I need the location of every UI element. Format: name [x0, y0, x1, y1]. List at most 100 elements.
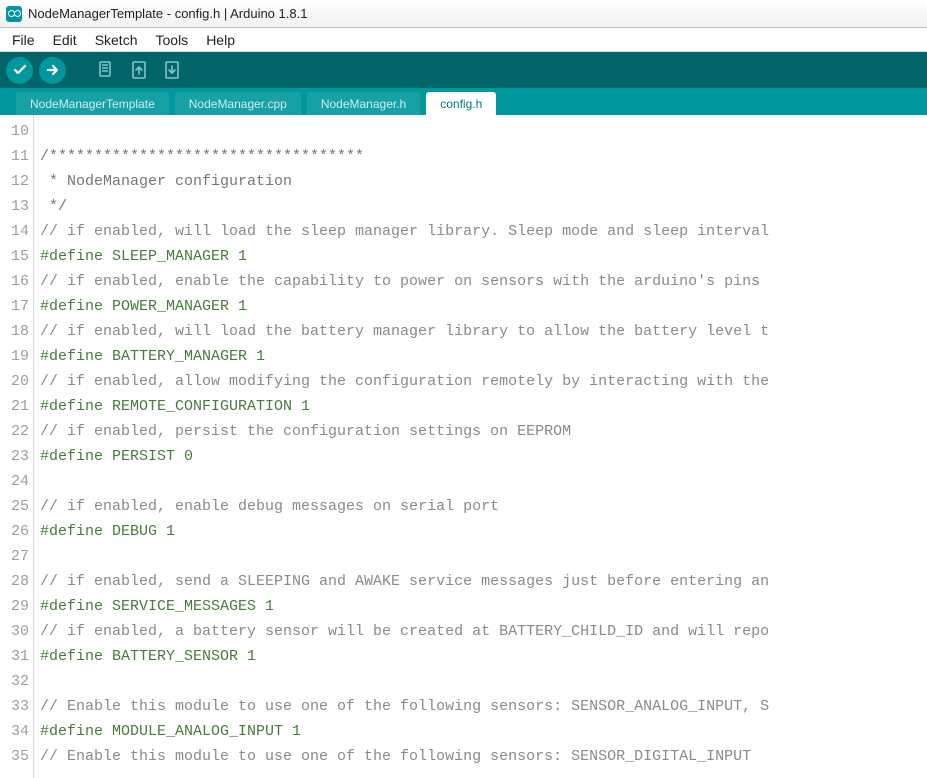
code-token: #define BATTERY_SENSOR 1 — [40, 648, 256, 665]
title-bar: NodeManagerTemplate - config.h | Arduino… — [0, 0, 927, 28]
save-sketch-button[interactable] — [158, 57, 185, 84]
code-token: // if enabled, allow modifying the confi… — [40, 373, 769, 390]
menu-bar: File Edit Sketch Tools Help — [0, 28, 927, 52]
code-token: */ — [40, 198, 67, 215]
code-line[interactable]: */ — [40, 194, 927, 219]
line-number: 27 — [0, 544, 29, 569]
line-number: 18 — [0, 319, 29, 344]
code-line[interactable]: // Enable this module to use one of the … — [40, 694, 927, 719]
code-line[interactable]: // if enabled, a battery sensor will be … — [40, 619, 927, 644]
code-line[interactable] — [40, 469, 927, 494]
line-number: 22 — [0, 419, 29, 444]
code-editor[interactable]: 1011121314151617181920212223242526272829… — [0, 115, 927, 778]
upload-button[interactable] — [39, 57, 66, 84]
code-token: #define PERSIST 0 — [40, 448, 193, 465]
open-sketch-button[interactable] — [125, 57, 152, 84]
line-number: 11 — [0, 144, 29, 169]
code-line[interactable] — [40, 544, 927, 569]
code-line[interactable]: // if enabled, enable debug messages on … — [40, 494, 927, 519]
code-line[interactable]: #define SERVICE_MESSAGES 1 — [40, 594, 927, 619]
line-number: 34 — [0, 719, 29, 744]
menu-help[interactable]: Help — [198, 30, 243, 50]
line-number: 24 — [0, 469, 29, 494]
code-line[interactable]: #define PERSIST 0 — [40, 444, 927, 469]
menu-edit[interactable]: Edit — [45, 30, 85, 50]
code-line[interactable]: // if enabled, send a SLEEPING and AWAKE… — [40, 569, 927, 594]
code-line[interactable]: // if enabled, allow modifying the confi… — [40, 369, 927, 394]
code-line[interactable] — [40, 119, 927, 144]
line-number: 33 — [0, 694, 29, 719]
window-title: NodeManagerTemplate - config.h | Arduino… — [28, 6, 307, 21]
menu-tools[interactable]: Tools — [148, 30, 197, 50]
line-number: 17 — [0, 294, 29, 319]
code-line[interactable] — [40, 669, 927, 694]
line-number: 26 — [0, 519, 29, 544]
code-token: // Enable this module to use one of the … — [40, 698, 769, 715]
code-line[interactable]: // if enabled, will load the sleep manag… — [40, 219, 927, 244]
line-number: 13 — [0, 194, 29, 219]
code-token: // if enabled, a battery sensor will be … — [40, 623, 769, 640]
tab-nodemanager-h[interactable]: NodeManager.h — [307, 92, 420, 115]
code-token: * NodeManager configuration — [40, 173, 292, 190]
line-number: 32 — [0, 669, 29, 694]
line-number: 19 — [0, 344, 29, 369]
code-line[interactable]: /*********************************** — [40, 144, 927, 169]
code-token: // if enabled, enable debug messages on … — [40, 498, 499, 515]
code-token: // if enabled, send a SLEEPING and AWAKE… — [40, 573, 769, 590]
line-number: 28 — [0, 569, 29, 594]
arrow-down-icon — [162, 60, 182, 80]
line-number: 16 — [0, 269, 29, 294]
tab-config-h[interactable]: config.h — [426, 92, 496, 115]
code-line[interactable]: #define DEBUG 1 — [40, 519, 927, 544]
code-token: #define SERVICE_MESSAGES 1 — [40, 598, 274, 615]
code-token: #define BATTERY_MANAGER 1 — [40, 348, 265, 365]
code-token: // if enabled, will load the battery man… — [40, 323, 769, 340]
line-number: 15 — [0, 244, 29, 269]
line-number: 14 — [0, 219, 29, 244]
code-token: #define MODULE_ANALOG_INPUT 1 — [40, 723, 301, 740]
line-number: 10 — [0, 119, 29, 144]
menu-sketch[interactable]: Sketch — [87, 30, 146, 50]
verify-button[interactable] — [6, 57, 33, 84]
code-line[interactable]: #define SLEEP_MANAGER 1 — [40, 244, 927, 269]
code-token: #define DEBUG 1 — [40, 523, 175, 540]
menu-file[interactable]: File — [4, 30, 43, 50]
tab-nodemanagertemplate[interactable]: NodeManagerTemplate — [16, 92, 169, 115]
arduino-app-icon — [6, 6, 22, 22]
code-token: // Enable this module to use one of the … — [40, 748, 751, 765]
line-number: 30 — [0, 619, 29, 644]
code-line[interactable]: #define BATTERY_MANAGER 1 — [40, 344, 927, 369]
code-line[interactable]: // Enable this module to use one of the … — [40, 744, 927, 769]
line-number: 31 — [0, 644, 29, 669]
code-line[interactable]: // if enabled, persist the configuration… — [40, 419, 927, 444]
code-token: #define POWER_MANAGER 1 — [40, 298, 247, 315]
line-number: 23 — [0, 444, 29, 469]
tool-bar — [0, 52, 927, 88]
line-number: 12 — [0, 169, 29, 194]
line-number-gutter: 1011121314151617181920212223242526272829… — [0, 115, 34, 778]
new-sketch-button[interactable] — [92, 57, 119, 84]
code-line[interactable]: #define MODULE_ANALOG_INPUT 1 — [40, 719, 927, 744]
code-line[interactable]: // if enabled, enable the capability to … — [40, 269, 927, 294]
line-number: 35 — [0, 744, 29, 769]
code-area[interactable]: /*********************************** * N… — [34, 115, 927, 778]
code-line[interactable]: // if enabled, will load the battery man… — [40, 319, 927, 344]
line-number: 29 — [0, 594, 29, 619]
code-line[interactable]: #define POWER_MANAGER 1 — [40, 294, 927, 319]
code-token: // if enabled, enable the capability to … — [40, 273, 760, 290]
file-new-icon — [96, 60, 116, 80]
tab-bar: NodeManagerTemplate NodeManager.cpp Node… — [0, 88, 927, 115]
code-line[interactable]: #define REMOTE_CONFIGURATION 1 — [40, 394, 927, 419]
code-token: /*********************************** — [40, 148, 364, 165]
line-number: 25 — [0, 494, 29, 519]
code-token: #define REMOTE_CONFIGURATION 1 — [40, 398, 310, 415]
arrow-right-icon — [45, 62, 61, 78]
code-line[interactable]: * NodeManager configuration — [40, 169, 927, 194]
code-line[interactable]: #define BATTERY_SENSOR 1 — [40, 644, 927, 669]
check-icon — [12, 62, 28, 78]
line-number: 21 — [0, 394, 29, 419]
tab-nodemanager-cpp[interactable]: NodeManager.cpp — [175, 92, 301, 115]
code-token: #define SLEEP_MANAGER 1 — [40, 248, 247, 265]
code-token: // if enabled, persist the configuration… — [40, 423, 571, 440]
code-token: // if enabled, will load the sleep manag… — [40, 223, 769, 240]
